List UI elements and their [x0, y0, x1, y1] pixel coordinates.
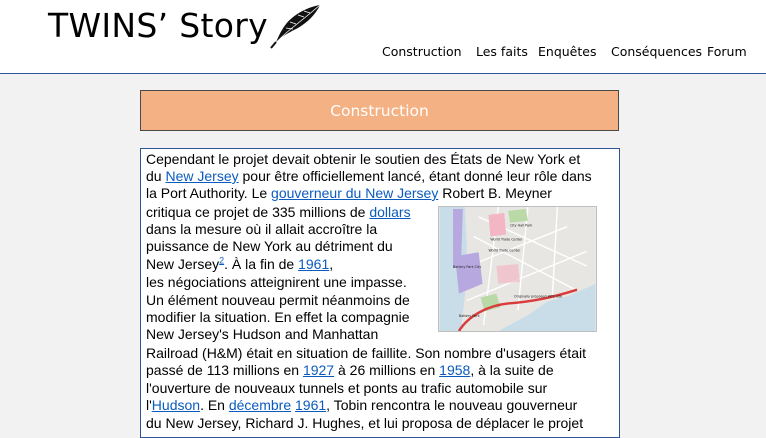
feather-icon	[270, 4, 321, 49]
map-label: Battery Park	[459, 314, 480, 318]
site-header: TWINS’ Story Construction Les faits Enqu…	[0, 0, 766, 74]
article-line: dans la mesure où il allait accroître la	[146, 221, 378, 237]
article-line: la Port Authority. Le gouverneur du New …	[146, 185, 552, 201]
link-1961-b[interactable]: 1961	[295, 397, 326, 413]
article-line: l'ouverture de nouveaux tunnels et ponts…	[146, 380, 548, 396]
map-label: Battery Park City	[453, 265, 481, 269]
article-line: Railroad (H&M) était en situation de fai…	[146, 345, 587, 361]
nav-consequences[interactable]: Conséquences	[611, 44, 702, 59]
link-1927[interactable]: 1927	[303, 362, 334, 378]
link-new-jersey[interactable]: New Jersey	[165, 168, 238, 184]
map-image: World Trade Center World Trade Center Ci…	[438, 206, 597, 332]
link-hudson[interactable]: Hudson	[152, 397, 200, 413]
article-line: critiqua ce projet de 335 millions de do…	[146, 204, 411, 220]
article-line: modifier la situation. En effet la compa…	[146, 309, 410, 325]
nav-construction[interactable]: Construction	[382, 44, 462, 59]
article-panel: Cependant le projet devait obtenir le so…	[140, 148, 620, 438]
article-line: puissance de New York au détriment du	[146, 238, 393, 254]
link-decembre[interactable]: décembre	[229, 397, 291, 413]
link-1961[interactable]: 1961	[298, 256, 329, 272]
map-label: World Trade Center	[490, 237, 523, 241]
link-1958[interactable]: 1958	[439, 362, 470, 378]
map-label: Originally proposed WTC site	[514, 295, 562, 299]
site-logo-text[interactable]: TWINS’ Story	[48, 6, 268, 45]
article-line: l'Hudson. En décembre 1961, Tobin rencon…	[146, 397, 578, 413]
article-line: Cependant le projet devait obtenir le so…	[146, 151, 581, 167]
article-line: New Jersey2. À la fin de 1961,	[146, 255, 334, 272]
link-dollars[interactable]: dollars	[369, 204, 410, 220]
article-line: Un élément nouveau permit néanmoins de	[146, 292, 410, 308]
article-line: les négociations atteignirent une impass…	[146, 274, 407, 290]
article-line: du New Jersey pour être officiellement l…	[146, 168, 592, 184]
article-line: du New Jersey, Richard J. Hughes, et lui…	[146, 415, 584, 431]
nav-les-faits[interactable]: Les faits	[476, 44, 528, 59]
article-line: New Jersey's Hudson and Manhattan	[146, 326, 379, 342]
main-nav: Construction Les faits Enquêtes Conséque…	[0, 44, 766, 62]
link-gouverneur-new-jersey[interactable]: gouverneur du New Jersey	[271, 185, 438, 201]
nav-forum[interactable]: Forum	[707, 44, 747, 59]
nav-enquetes[interactable]: Enquêtes	[538, 44, 596, 59]
article-line: passé de 113 millions en 1927 à 26 milli…	[146, 362, 554, 378]
section-title-banner: Construction	[140, 90, 619, 131]
map-label: World Trade Center	[488, 248, 521, 252]
map-label: City Hall Park	[510, 224, 532, 228]
